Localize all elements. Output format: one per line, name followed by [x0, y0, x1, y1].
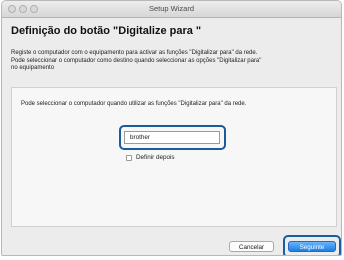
description-line-2: Pode seleccionar o computador como desti… [11, 57, 262, 64]
computer-name-input[interactable] [124, 131, 220, 144]
panel-instructions: Pode seleccionar o computador quando uti… [21, 101, 247, 107]
cancel-button[interactable]: Cancelar [229, 241, 274, 252]
description-line-1: Registe o computador com o equipamento p… [11, 50, 258, 56]
set-later-checkbox-row[interactable]: Definir depois [126, 154, 175, 161]
settings-panel: Pode seleccionar o computador quando uti… [11, 87, 337, 227]
set-later-label[interactable]: Definir depois [136, 154, 175, 161]
set-later-checkbox[interactable] [126, 154, 132, 161]
page-title: Definição do botão "Digitalize para " [11, 25, 202, 37]
setup-wizard-window: Setup Wizard Definição do botão "Digital… [1, 0, 342, 256]
window-title: Setup Wizard [148, 4, 195, 13]
description-line-3: no equipamento [11, 65, 55, 71]
page-description: Registe o computador com o equipamento p… [11, 50, 341, 73]
next-button[interactable]: Seguinte [288, 241, 336, 252]
title-bar: Setup Wizard [2, 1, 341, 18]
